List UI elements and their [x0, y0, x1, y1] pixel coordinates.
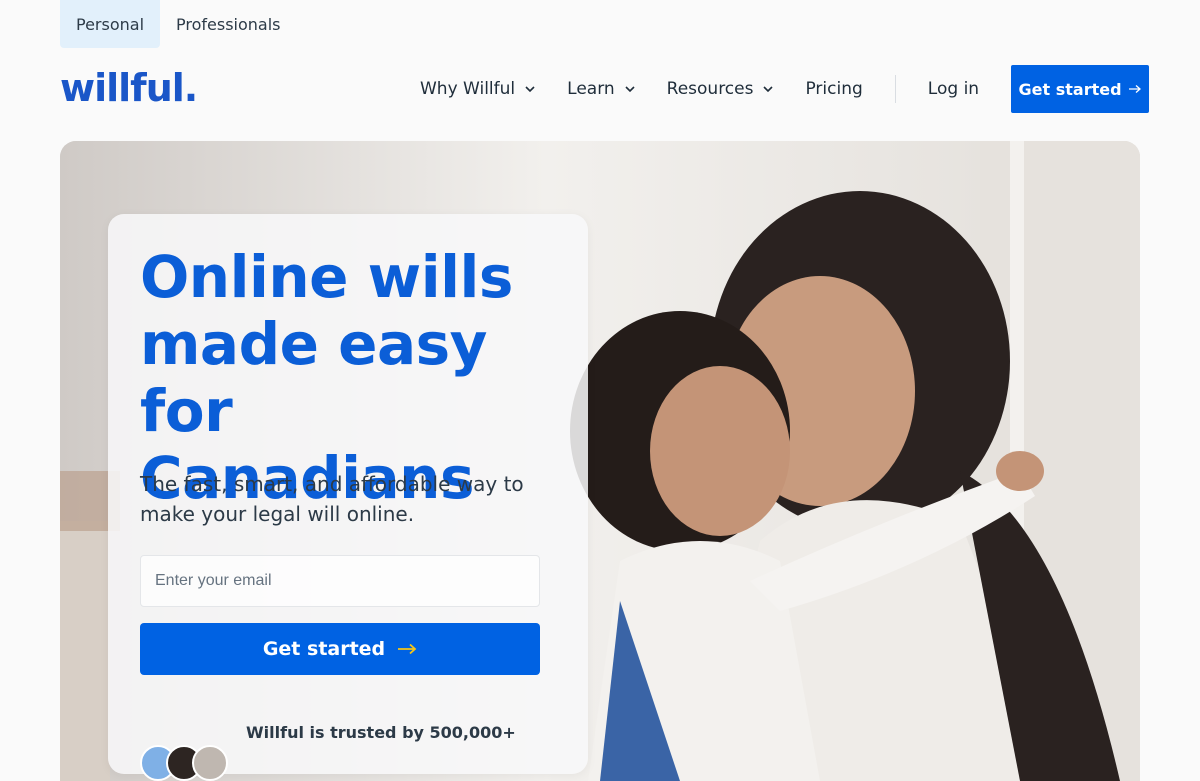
main-navbar: willful. Why Willful Learn Resources Pri…: [0, 48, 1200, 130]
nav-resources[interactable]: Resources: [651, 69, 790, 109]
avatar: [192, 745, 228, 781]
trust-text: Willful is trusted by 500,000+: [246, 723, 516, 742]
nav-resources-label: Resources: [666, 79, 754, 99]
customer-avatars: [140, 745, 228, 781]
nav-learn-label: Learn: [567, 79, 615, 99]
get-started-button-hero[interactable]: Get started: [140, 623, 540, 675]
hero-subtext: The fast, smart, and affordable way to m…: [140, 472, 524, 526]
nav-menu: Why Willful Learn Resources Pricing Log …: [404, 48, 1150, 130]
email-input[interactable]: [140, 555, 540, 607]
nav-divider: [894, 75, 896, 103]
tab-personal[interactable]: Personal: [60, 0, 161, 48]
chevron-down-icon: [525, 86, 535, 93]
hero-card: Online wills made easy for Canadians The…: [108, 214, 588, 781]
nav-pricing[interactable]: Pricing: [789, 69, 878, 109]
get-started-label: Get started: [1018, 79, 1122, 99]
arrow-right-icon: [398, 643, 417, 655]
headline-line-2: made easy for: [140, 310, 487, 445]
nav-learn[interactable]: Learn: [551, 69, 651, 109]
login-link[interactable]: Log in: [912, 79, 995, 99]
chevron-down-icon: [763, 86, 774, 93]
nav-why-willful[interactable]: Why Willful: [404, 69, 551, 109]
nav-why-willful-label: Why Willful: [420, 79, 516, 99]
hero-section: Online wills made easy for Canadians The…: [60, 141, 1140, 781]
get-started-hero-label: Get started: [262, 638, 386, 660]
get-started-button-nav[interactable]: Get started: [1011, 65, 1150, 113]
nav-pricing-label: Pricing: [805, 79, 863, 99]
chevron-down-icon: [625, 86, 635, 93]
headline-line-1: Online wills: [140, 243, 513, 311]
audience-tabs: Personal Professionals: [60, 0, 297, 48]
tab-professionals[interactable]: Professionals: [160, 0, 297, 48]
arrow-right-icon: [1128, 85, 1141, 93]
willful-logo[interactable]: willful.: [60, 68, 198, 108]
